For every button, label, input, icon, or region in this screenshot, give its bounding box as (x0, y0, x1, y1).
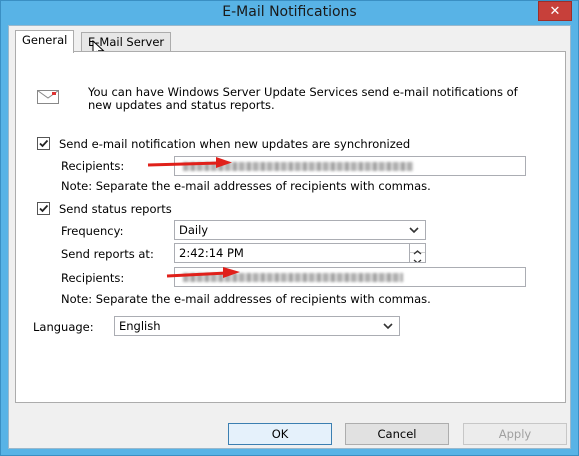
dialog-client-area: General E-Mail Server You can have Windo… (8, 25, 571, 449)
general-tab-panel: You can have Windows Server Update Servi… (15, 51, 566, 403)
frequency-label: Frequency: (61, 224, 124, 238)
time-spinner[interactable] (409, 244, 425, 262)
checkmark-icon (39, 139, 49, 148)
ok-button[interactable]: OK (228, 423, 332, 445)
tab-general[interactable]: General (15, 30, 75, 53)
tab-strip: General E-Mail Server (15, 30, 315, 53)
mail-icon (37, 90, 59, 104)
annotation-arrow (147, 157, 232, 168)
title-bar: E-Mail Notifications (1, 1, 578, 25)
status-recipients-label: Recipients: (61, 271, 125, 285)
checkmark-icon (39, 204, 49, 213)
tab-general-label: General (22, 33, 68, 47)
status-note: Note: Separate the e-mail addresses of r… (61, 292, 431, 306)
sync-notification-label: Send e-mail notification when new update… (59, 137, 411, 151)
language-label: Language: (33, 320, 94, 334)
cancel-button[interactable]: Cancel (345, 423, 449, 445)
status-reports-label: Send status reports (59, 202, 172, 216)
close-button[interactable]: ✕ (538, 1, 572, 21)
close-icon: ✕ (549, 4, 561, 19)
status-reports-checkbox[interactable] (37, 202, 50, 215)
window-title: E-Mail Notifications (222, 4, 357, 20)
frequency-value: Daily (179, 223, 209, 237)
send-reports-at-label: Send reports at: (61, 247, 154, 261)
language-value: English (119, 319, 161, 333)
intro-text: You can have Windows Server Update Servi… (88, 85, 518, 112)
sync-note: Note: Separate the e-mail addresses of r… (61, 179, 431, 193)
dialog-window: E-Mail Notifications ✕ General E-Mail Se… (0, 0, 579, 456)
send-time-input[interactable]: 2:42:14 PM (174, 243, 426, 263)
spin-down-icon[interactable] (410, 253, 425, 262)
frequency-select[interactable]: Daily (174, 220, 426, 240)
apply-button[interactable]: Apply (463, 423, 567, 445)
chevron-down-icon (383, 323, 393, 330)
sync-recipients-label: Recipients: (61, 159, 125, 173)
sync-notification-checkbox[interactable] (37, 137, 50, 150)
chevron-down-icon (409, 227, 419, 234)
language-select[interactable]: English (114, 316, 400, 336)
send-time-value: 2:42:14 PM (179, 246, 244, 260)
spin-up-icon[interactable] (410, 244, 425, 255)
annotation-arrow (166, 267, 240, 278)
